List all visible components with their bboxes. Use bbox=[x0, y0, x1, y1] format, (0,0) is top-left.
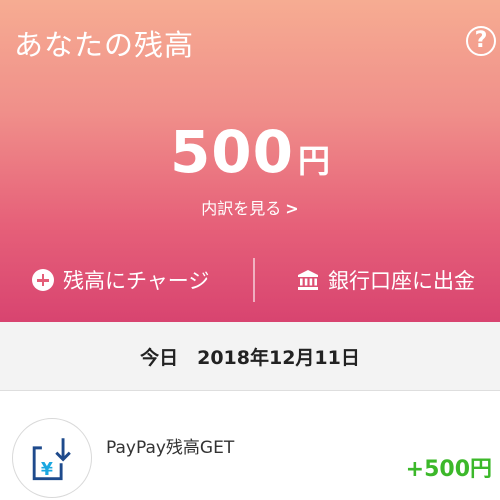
balance-value: 500 bbox=[169, 118, 295, 186]
date-section-header: 今日 2018年12月11日 bbox=[0, 322, 500, 391]
plus-circle-icon bbox=[32, 269, 54, 291]
balance-amount: 500 円 bbox=[0, 118, 500, 186]
balance-actions: 残高にチャージ 銀行口座に出金 bbox=[0, 258, 500, 302]
yen-download-icon: ¥ bbox=[32, 438, 71, 481]
help-button[interactable]: ? bbox=[466, 26, 496, 56]
breakdown-link[interactable]: 内訳を見る > bbox=[0, 195, 500, 219]
balance-unit: 円 bbox=[298, 142, 331, 180]
withdraw-button[interactable]: 銀行口座に出金 bbox=[296, 258, 475, 302]
breakdown-link-label: 内訳を見る bbox=[201, 199, 282, 218]
date-label: 今日 2018年12月11日 bbox=[140, 346, 360, 369]
transaction-icon-badge: ¥ bbox=[12, 418, 92, 498]
transaction-row[interactable]: ¥ PayPay残高GET +500円 bbox=[0, 391, 500, 498]
balance-header: あなたの残高 ? 500 円 内訳を見る > 残高にチャージ 銀行口座に出金 bbox=[0, 0, 500, 322]
svg-text:¥: ¥ bbox=[41, 460, 53, 480]
page-title: あなたの残高 bbox=[14, 28, 195, 62]
question-icon: ? bbox=[474, 28, 488, 53]
withdraw-button-label: 銀行口座に出金 bbox=[328, 269, 475, 293]
charge-button-label: 残高にチャージ bbox=[63, 269, 210, 293]
transaction-title: PayPay残高GET bbox=[106, 438, 235, 458]
charge-button[interactable]: 残高にチャージ bbox=[32, 258, 209, 302]
bank-icon bbox=[298, 270, 318, 290]
chevron-right-icon: > bbox=[285, 199, 299, 218]
actions-divider bbox=[253, 258, 255, 302]
transaction-amount: +500円 bbox=[405, 457, 492, 482]
